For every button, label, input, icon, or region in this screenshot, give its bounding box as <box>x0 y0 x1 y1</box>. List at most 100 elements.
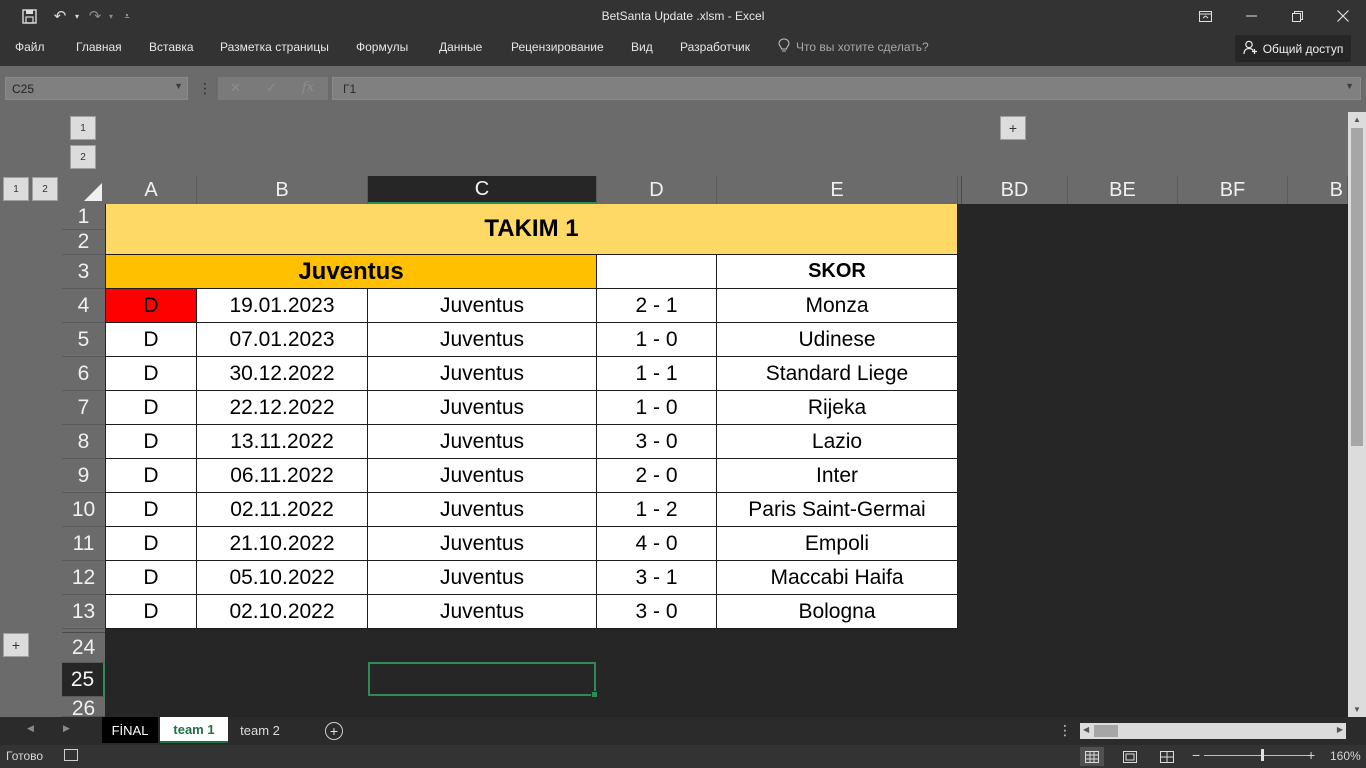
tab-developer[interactable]: Разработчик <box>680 40 750 54</box>
team-cell[interactable]: Juventus <box>368 323 597 357</box>
result-cell[interactable]: D <box>106 357 197 391</box>
row-header-24[interactable]: 24 <box>62 633 105 663</box>
team-cell[interactable]: Juventus <box>368 493 597 527</box>
select-all-corner[interactable] <box>62 176 105 204</box>
date-cell[interactable]: 02.11.2022 <box>197 493 368 527</box>
row-header-5[interactable]: 5 <box>62 323 105 357</box>
next-sheet-icon[interactable]: ▶ <box>63 723 70 734</box>
opponent-cell[interactable]: Inter <box>717 459 958 493</box>
date-cell[interactable]: 06.11.2022 <box>197 459 368 493</box>
row-header-13[interactable]: 13 <box>62 595 105 629</box>
score-cell[interactable]: 3 - 1 <box>597 561 717 595</box>
row-header-2[interactable]: 2 <box>62 230 105 255</box>
score-cell[interactable]: 1 - 0 <box>597 391 717 425</box>
opponent-cell[interactable]: Standard Liege <box>717 357 958 391</box>
zoom-in-icon[interactable]: + <box>1307 747 1315 763</box>
chevron-down-icon[interactable]: ▼ <box>174 81 183 91</box>
tab-home[interactable]: Главная <box>76 40 122 54</box>
row-header-26[interactable]: 26 <box>62 697 105 717</box>
tab-formulas[interactable]: Формулы <box>356 40 408 54</box>
row-header-11[interactable]: 11 <box>62 527 105 561</box>
expand-rows-button[interactable]: + <box>3 633 29 657</box>
score-header-cell[interactable]: SKOR <box>717 255 958 289</box>
zoom-out-icon[interactable]: − <box>1192 747 1200 763</box>
insert-function-icon[interactable]: fx <box>302 80 314 95</box>
scroll-right-icon[interactable]: ▶ <box>1337 725 1343 734</box>
team-cell[interactable]: Juventus <box>368 391 597 425</box>
result-cell[interactable]: D <box>106 561 197 595</box>
team-cell[interactable]: Juventus <box>368 289 597 323</box>
zoom-slider[interactable] <box>1204 755 1308 756</box>
empty-header-cell[interactable] <box>597 255 717 289</box>
minimize-icon[interactable] <box>1228 0 1274 32</box>
team-cell[interactable]: Juventus <box>368 595 597 629</box>
team-cell[interactable]: Juventus <box>368 527 597 561</box>
score-cell[interactable]: 2 - 0 <box>597 459 717 493</box>
active-cell-c25[interactable] <box>368 662 598 698</box>
team-cell[interactable]: Juventus <box>368 425 597 459</box>
normal-view-icon[interactable] <box>1080 747 1104 766</box>
row-header-6[interactable]: 6 <box>62 357 105 391</box>
ribbon-display-icon[interactable] <box>1182 0 1228 32</box>
team-cell[interactable]: Juventus <box>368 357 597 391</box>
macro-record-icon[interactable] <box>64 749 78 761</box>
team-cell[interactable]: Juventus <box>368 459 597 493</box>
sheet-tab-team-2[interactable]: team 2 <box>230 717 290 743</box>
add-sheet-icon[interactable]: + <box>325 722 343 740</box>
score-cell[interactable]: 1 - 1 <box>597 357 717 391</box>
opponent-cell[interactable]: Monza <box>717 289 958 323</box>
restore-icon[interactable] <box>1274 0 1320 32</box>
date-cell[interactable]: 13.11.2022 <box>197 425 368 459</box>
row-header-9[interactable]: 9 <box>62 459 105 493</box>
column-header-bd[interactable]: BD <box>962 176 1068 204</box>
opponent-cell[interactable]: Bologna <box>717 595 958 629</box>
score-cell[interactable]: 1 - 2 <box>597 493 717 527</box>
opponent-cell[interactable]: Lazio <box>717 425 958 459</box>
vertical-scrollbar[interactable]: ▲ ▼ <box>1348 112 1366 717</box>
row-outline-level-1[interactable]: 1 <box>70 116 96 140</box>
row-header-4[interactable]: 4 <box>62 289 105 323</box>
zoom-level[interactable]: 160% <box>1330 749 1361 763</box>
page-break-view-icon[interactable] <box>1155 747 1179 766</box>
column-header-b[interactable]: B <box>197 176 368 204</box>
sheet-tab-final[interactable]: FİNAL <box>102 717 158 743</box>
result-cell[interactable]: D <box>106 289 197 323</box>
score-cell[interactable]: 1 - 0 <box>597 323 717 357</box>
col-outline-level-1[interactable]: 1 <box>3 177 29 201</box>
horizontal-scroll-thumb[interactable] <box>1094 725 1118 737</box>
tab-insert[interactable]: Вставка <box>149 40 194 54</box>
share-button[interactable]: Общий доступ <box>1235 35 1351 62</box>
vertical-scroll-thumb[interactable] <box>1351 128 1363 446</box>
column-header-c[interactable]: C <box>368 176 597 204</box>
opponent-cell[interactable]: Udinese <box>717 323 958 357</box>
tab-view[interactable]: Вид <box>631 40 653 54</box>
name-box[interactable]: C25 ▼ <box>5 77 188 100</box>
horizontal-scrollbar[interactable]: ◀ ▶ <box>1080 723 1346 739</box>
column-header-be[interactable]: BE <box>1068 176 1178 204</box>
opponent-cell[interactable]: Empoli <box>717 527 958 561</box>
score-cell[interactable]: 3 - 0 <box>597 425 717 459</box>
opponent-cell[interactable]: Rijeka <box>717 391 958 425</box>
tab-data[interactable]: Данные <box>439 40 482 54</box>
column-header-e[interactable]: E <box>717 176 958 204</box>
score-cell[interactable]: 2 - 1 <box>597 289 717 323</box>
opponent-cell[interactable]: Maccabi Haifa <box>717 561 958 595</box>
scroll-left-icon[interactable]: ◀ <box>1083 725 1089 734</box>
score-cell[interactable]: 4 - 0 <box>597 527 717 561</box>
row-header-12[interactable]: 12 <box>62 561 105 595</box>
col-outline-level-2[interactable]: 2 <box>32 177 58 201</box>
row-header-8[interactable]: 8 <box>62 425 105 459</box>
result-cell[interactable]: D <box>106 493 197 527</box>
prev-sheet-icon[interactable]: ◀ <box>27 723 34 734</box>
title-cell[interactable]: TAKIM 1 <box>106 204 958 255</box>
sheet-tab-team-1[interactable]: team 1 <box>160 717 228 743</box>
date-cell[interactable]: 22.12.2022 <box>197 391 368 425</box>
date-cell[interactable]: 21.10.2022 <box>197 527 368 561</box>
row-header-7[interactable]: 7 <box>62 391 105 425</box>
page-layout-view-icon[interactable] <box>1118 747 1142 766</box>
zoom-slider-thumb[interactable] <box>1261 749 1264 761</box>
result-cell[interactable]: D <box>106 459 197 493</box>
result-cell[interactable]: D <box>106 391 197 425</box>
tell-me-search[interactable]: Что вы хотите сделать? <box>796 40 929 54</box>
row-header-10[interactable]: 10 <box>62 493 105 527</box>
